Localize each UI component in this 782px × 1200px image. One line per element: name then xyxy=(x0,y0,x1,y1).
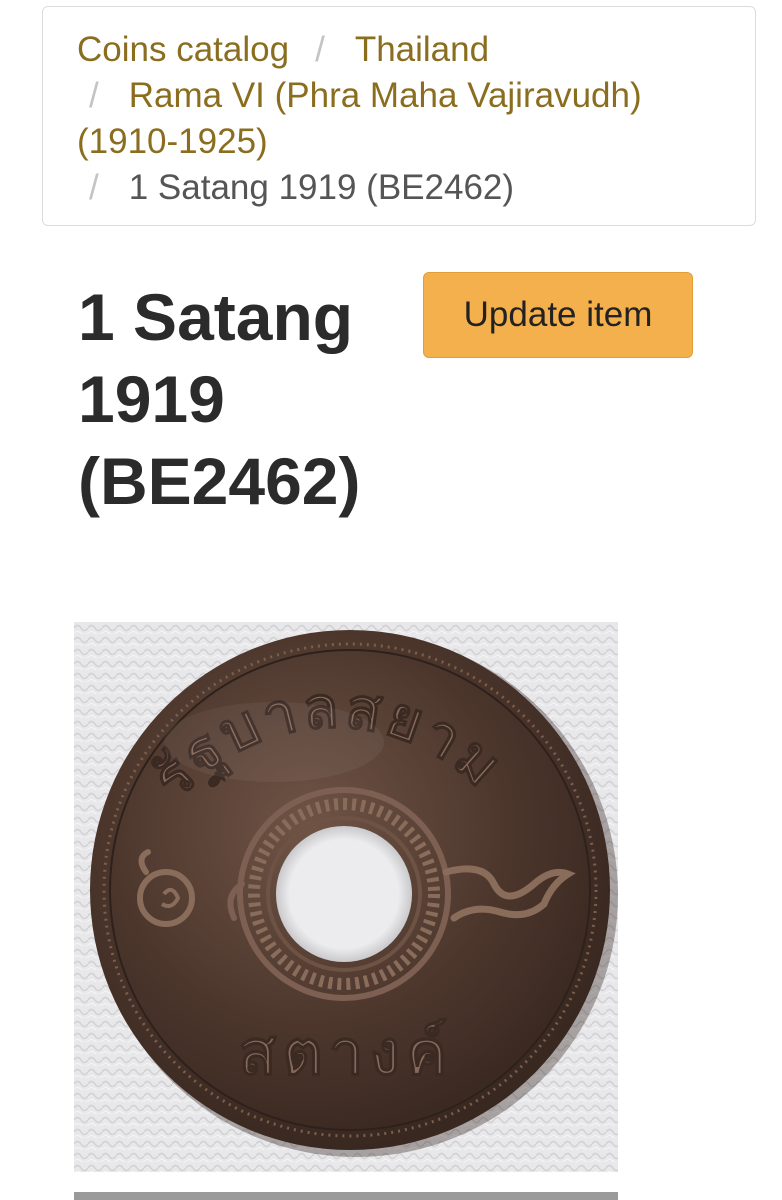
breadcrumb-line-1: Coins catalog / Thailand xyxy=(77,27,725,73)
breadcrumb-current-item: 1 Satang 1919 (BE2462) xyxy=(128,168,515,207)
breadcrumb-line-2: / Rama VI (Phra Maha Vajiravudh) (1910-19… xyxy=(77,73,725,165)
breadcrumb-link-coins-catalog[interactable]: Coins catalog xyxy=(77,30,289,69)
coin-bottom-inscription: สตางค์ xyxy=(239,1016,454,1089)
breadcrumb-link-rama-vi[interactable]: Rama VI (Phra Maha Vajiravudh) (1910-192… xyxy=(77,76,642,161)
breadcrumb-separator: / xyxy=(315,30,325,69)
coin-photo-graphic: รัฐบาลสยาม สตางค์ ๑ xyxy=(74,622,618,1172)
page: Coins catalog / Thailand / Rama VI (Phra Ma… xyxy=(0,0,782,1200)
breadcrumb-separator: / xyxy=(89,168,99,207)
breadcrumb-separator: / xyxy=(89,76,99,115)
breadcrumb-link-thailand[interactable]: Thailand xyxy=(355,30,489,69)
coin-image[interactable]: รัฐบาลสยาม สตางค์ ๑ xyxy=(74,622,618,1172)
page-title: 1 Satang 1919 (BE2462) xyxy=(78,280,361,518)
breadcrumb-line-3: / 1 Satang 1919 (BE2462) xyxy=(77,165,725,211)
breadcrumb: Coins catalog / Thailand / Rama VI (Phra Ma… xyxy=(42,6,756,226)
next-image-edge xyxy=(74,1192,618,1200)
update-item-button[interactable]: Update item xyxy=(423,272,693,358)
